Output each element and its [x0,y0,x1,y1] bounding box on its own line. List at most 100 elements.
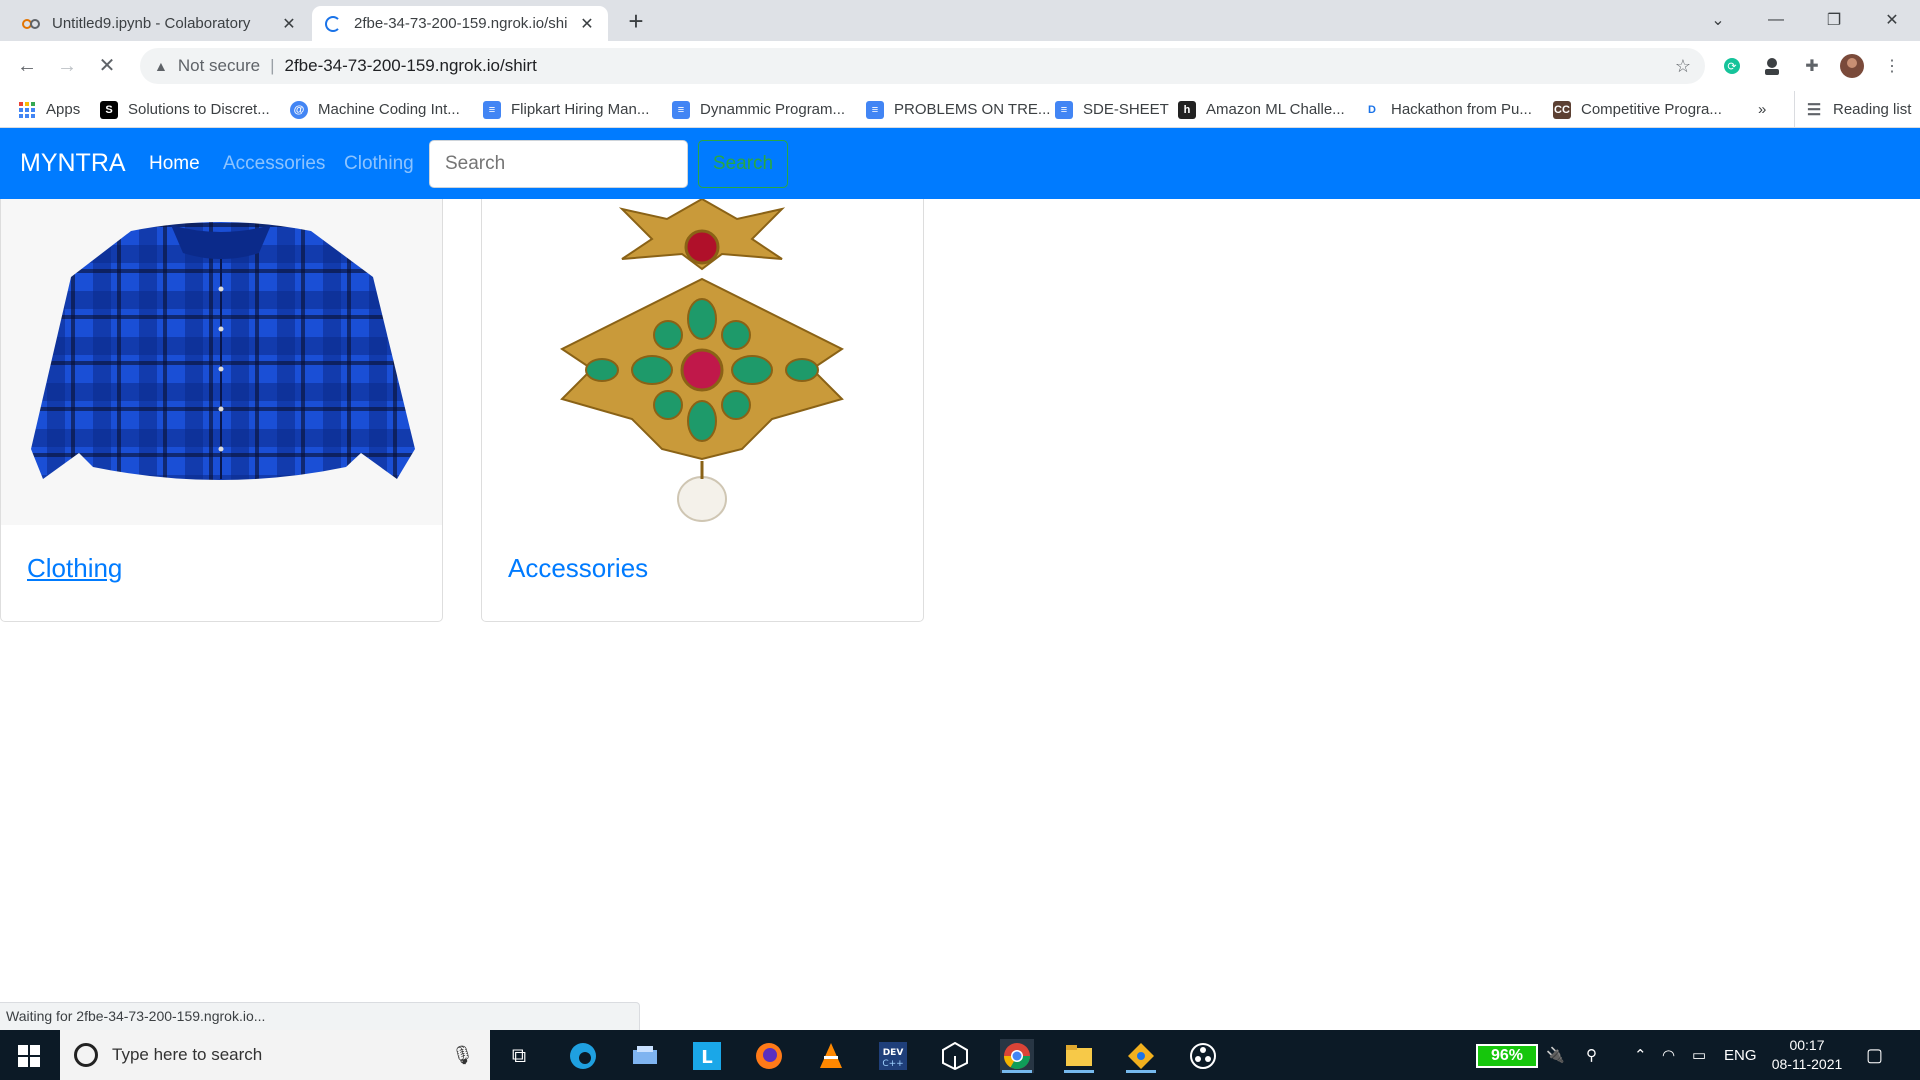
profile-avatar[interactable] [1840,54,1864,78]
bookmark-label: Machine Coding Int... [318,101,460,118]
obs-icon[interactable] [1186,1039,1220,1073]
git-gui-icon[interactable] [1124,1039,1158,1073]
doc-icon: ≡ [672,100,690,119]
doc-icon: ≡ [1055,100,1073,119]
plaid-shirt-image[interactable] [1,199,442,525]
active-app-indicator [1002,1070,1032,1073]
people-icon[interactable]: ⚲ [1586,1030,1597,1080]
doc-icon: ≡ [483,100,501,119]
notifications-icon[interactable]: ▢ [1866,1030,1883,1080]
search-button[interactable]: Search [698,140,788,188]
wifi-icon[interactable]: ◠ [1662,1030,1675,1080]
svg-text:C++: C++ [882,1059,903,1069]
reading-list[interactable]: ☰ Reading list [1794,91,1911,128]
doc-icon: ≡ [866,100,884,119]
forward-icon[interactable]: → [54,53,80,79]
windows-start-icon[interactable] [18,1045,40,1067]
bookmark-competitive[interactable]: CC Competitive Progra... [1553,91,1722,128]
microphone-icon[interactable]: 🎙 [451,1045,474,1066]
bookmark-star-icon[interactable]: ☆ [1675,56,1691,77]
brand-logo[interactable]: MYNTRA [20,128,126,199]
bookmark-problems-trees[interactable]: ≡ PROBLEMS ON TRE... [866,91,1050,128]
cc-bookmark-icon: CC [1553,100,1571,119]
stop-loading-icon[interactable]: ✕ [94,53,120,79]
tab-title: Untitled9.ipynb - Colaboratory [52,15,251,32]
close-tab-icon[interactable]: ✕ [578,14,596,34]
tab-myntra[interactable]: 2fbe-34-73-200-159.ngrok.io/shi ✕ [312,6,608,41]
bookmark-label: Amazon ML Challe... [1206,101,1345,118]
battery-tray-icon[interactable]: ▭ [1692,1030,1706,1080]
l-app-icon[interactable]: L [690,1039,724,1073]
minimize-icon[interactable]: — [1748,0,1804,40]
battery-indicator[interactable]: 96% [1476,1044,1538,1068]
active-app-indicator [1126,1070,1156,1073]
card-title-accessories[interactable]: Accessories [508,553,648,584]
vlc-icon[interactable] [814,1039,848,1073]
at-bookmark-icon: @ [290,100,308,119]
bookmark-dp[interactable]: ≡ Dynammic Program... [672,91,845,128]
restore-icon[interactable]: ❐ [1806,0,1862,40]
gold-earring-image[interactable] [482,199,923,525]
dc-bookmark-icon: D [1363,100,1381,119]
bookmark-amazon-ml[interactable]: h Amazon ML Challe... [1178,91,1345,128]
extensions-puzzle-icon[interactable]: ✚ [1800,54,1824,78]
nav-link-home[interactable]: Home [149,128,200,199]
bookmark-label: Solutions to Discret... [128,101,270,118]
browser-toolbar: ← → ✕ ▲ Not secure | 2fbe-34-73-200-159.… [0,41,1920,91]
file-share-icon[interactable] [628,1039,662,1073]
tray-chevron-icon[interactable]: ⌃ [1634,1030,1647,1080]
category-card-accessories[interactable]: Accessories [481,199,924,622]
colab-icon [22,15,40,33]
tab-colab[interactable]: Untitled9.ipynb - Colaboratory ✕ [10,6,310,41]
bookmark-machine-coding[interactable]: @ Machine Coding Int... [290,91,460,128]
nav-link-accessories[interactable]: Accessories [223,128,325,199]
bookmarks-bar: Apps S Solutions to Discret... @ Machine… [0,91,1920,128]
tab-title: 2fbe-34-73-200-159.ngrok.io/shi [354,15,568,32]
taskbar-clock[interactable]: 00:17 08-11-2021 [1762,1036,1852,1074]
language-indicator[interactable]: ENG [1724,1030,1757,1080]
bookmark-label: PROBLEMS ON TRE... [894,101,1051,118]
devcpp-icon[interactable]: DEV C++ [876,1039,910,1073]
spy-extension-icon[interactable] [1760,54,1784,78]
tab-search-icon[interactable]: ⌄ [1690,0,1746,40]
active-app-indicator [1064,1070,1094,1073]
bookmark-label: SDE-SHEET [1083,101,1169,118]
grammarly-extension-icon[interactable]: ⟳ [1720,54,1744,78]
search-input[interactable] [429,140,688,188]
virtualbox-icon[interactable] [938,1039,972,1073]
power-plug-icon[interactable]: 🔌 [1546,1030,1565,1080]
security-label: Not secure [177,56,261,75]
firefox-icon[interactable] [752,1039,786,1073]
bookmark-sde-sheet[interactable]: ≡ SDE-SHEET [1055,91,1169,128]
task-view-icon[interactable]: ⧉ [502,1039,536,1073]
s-bookmark-icon: S [100,100,118,119]
svg-text:L: L [701,1047,712,1068]
file-explorer-icon[interactable] [1062,1039,1096,1073]
warning-icon[interactable]: ▲ [154,58,168,74]
browser-menu-icon[interactable]: ⋮ [1880,54,1904,78]
bookmark-label: Competitive Progra... [1581,101,1722,118]
chrome-icon[interactable] [1000,1039,1034,1073]
bookmark-flipkart[interactable]: ≡ Flipkart Hiring Man... [483,91,649,128]
card-title-clothing[interactable]: Clothing [27,553,122,584]
bookmark-apps[interactable]: Apps [18,91,80,128]
browser-tab-strip: Untitled9.ipynb - Colaboratory ✕ 2fbe-34… [0,0,1920,41]
clock-date: 08-11-2021 [1771,1056,1843,1072]
bookmark-hackathon[interactable]: D Hackathon from Pu... [1363,91,1532,128]
bookmark-solutions[interactable]: S Solutions to Discret... [100,91,270,128]
taskbar-search-placeholder: Type here to search [112,1045,263,1064]
back-icon[interactable]: ← [14,53,40,79]
windows-taskbar: Type here to search 🎙 ⧉ L DEV C++ 96% 🔌 ⚲… [0,1030,1920,1080]
category-card-clothing[interactable]: Clothing [0,199,443,622]
address-bar[interactable]: ▲ Not secure | 2fbe-34-73-200-159.ngrok.… [140,48,1705,84]
bookmark-label: Apps [46,101,81,118]
nav-link-clothing[interactable]: Clothing [344,128,414,199]
close-tab-icon[interactable]: ✕ [280,14,298,34]
bookmark-label: Flipkart Hiring Man... [511,101,650,118]
bookmarks-overflow-icon[interactable]: » [1758,91,1766,128]
taskbar-search-box[interactable]: Type here to search 🎙 [60,1030,490,1080]
close-window-icon[interactable]: ✕ [1864,0,1920,40]
new-tab-icon[interactable]: + [622,8,650,36]
edge-icon[interactable] [566,1039,600,1073]
status-bubble: Waiting for 2fbe-34-73-200-159.ngrok.io.… [0,1002,640,1031]
